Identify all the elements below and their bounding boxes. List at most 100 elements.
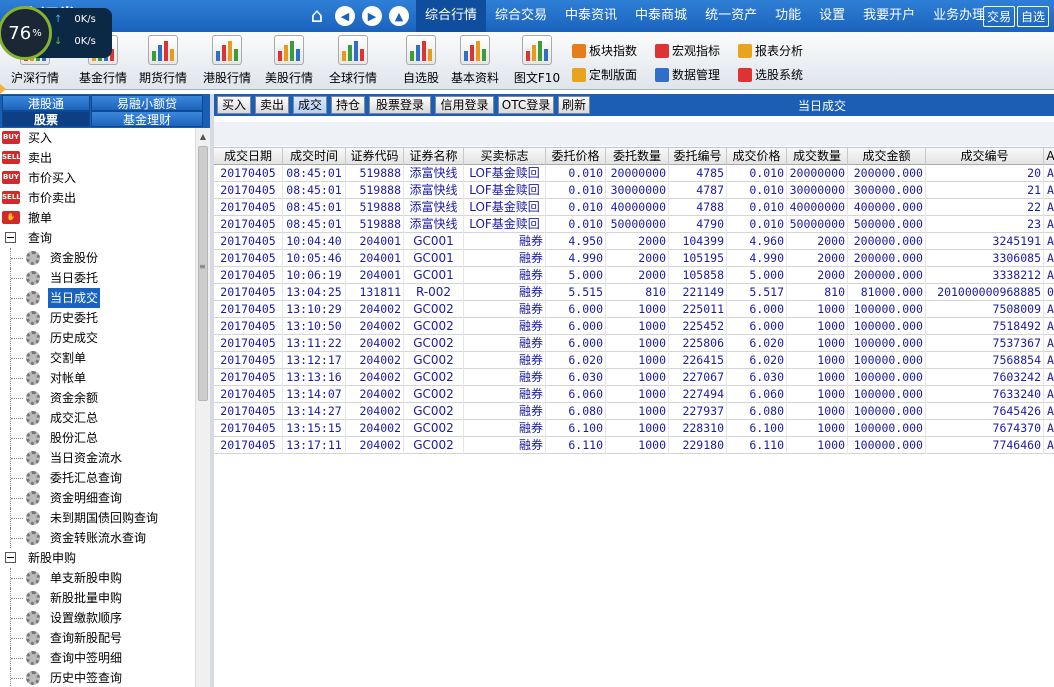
toolbar-link[interactable]: 数据管理 bbox=[655, 66, 720, 83]
table-row[interactable]: 20170405 08:45:01 519888 添富快线 LOF基金赎回 0.010 40… bbox=[214, 199, 1054, 216]
tree-item[interactable]: 未到期国债回购查询 bbox=[0, 508, 195, 528]
tree-group[interactable]: 查询 bbox=[0, 228, 195, 248]
trade-action-item[interactable]: ✋ 撤单 bbox=[0, 208, 195, 228]
collapse-marker-icon[interactable] bbox=[0, 84, 6, 94]
table-row[interactable]: 20170405 13:14:07 204002 GC002 融券 6.060 1000 22… bbox=[214, 386, 1054, 403]
column-header[interactable]: 证券代码 bbox=[346, 148, 404, 165]
table-row[interactable]: 20170405 13:15:15 204002 GC002 融券 6.100 1000 22… bbox=[214, 420, 1054, 437]
table-row[interactable]: 20170405 13:14:27 204002 GC002 融券 6.080 1000 22… bbox=[214, 403, 1054, 420]
trade-button[interactable]: 成交 bbox=[293, 96, 327, 114]
nav-item[interactable]: 中泰商城 bbox=[626, 0, 696, 32]
tree-item[interactable]: 资金股份 bbox=[0, 248, 195, 268]
trade-action-item[interactable]: SELL 市价卖出 bbox=[0, 188, 195, 208]
column-header[interactable]: 成交数量 bbox=[787, 148, 848, 165]
collapse-icon[interactable] bbox=[5, 232, 16, 243]
table-row[interactable]: 20170405 08:45:01 519888 添富快线 LOF基金赎回 0.010 20… bbox=[214, 165, 1054, 182]
tree-item[interactable]: 对帐单 bbox=[0, 368, 195, 388]
column-header[interactable]: 成交金额 bbox=[848, 148, 926, 165]
column-header[interactable]: 成交日期 bbox=[214, 148, 283, 165]
tree-item[interactable]: 新股批量申购 bbox=[0, 588, 195, 608]
nav-item[interactable]: 统一资产 bbox=[696, 0, 766, 32]
nav-item[interactable]: 综合交易 bbox=[486, 0, 556, 32]
tree-item[interactable]: 股份汇总 bbox=[0, 428, 195, 448]
trade-button[interactable]: 卖出 bbox=[255, 96, 289, 114]
tab-hk-connect[interactable]: 港股通 bbox=[2, 95, 90, 111]
tree-item[interactable]: 当日委托 bbox=[0, 268, 195, 288]
table-row[interactable]: 20170405 08:45:01 519888 添富快线 LOF基金赎回 0.010 50… bbox=[214, 216, 1054, 233]
trade-action-item[interactable]: BUY 买入 bbox=[0, 128, 195, 148]
forward-icon[interactable]: ▶ bbox=[362, 6, 382, 26]
tree-item[interactable]: 成交汇总 bbox=[0, 408, 195, 428]
column-header[interactable]: A bbox=[1044, 148, 1054, 165]
tree-item[interactable]: 历史成交 bbox=[0, 328, 195, 348]
back-icon[interactable]: ◀ bbox=[335, 6, 355, 26]
table-row[interactable]: 20170405 13:04:25 131811 R-002 融券 5.515 810 221… bbox=[214, 284, 1054, 301]
table-row[interactable]: 20170405 10:05:46 204001 GC001 融券 4.990 2000 10… bbox=[214, 250, 1054, 267]
tree-item[interactable]: 设置缴款顺序 bbox=[0, 608, 195, 628]
toolbar-item[interactable]: 基本资料 bbox=[444, 35, 506, 86]
home-icon[interactable]: ⌂ bbox=[306, 5, 328, 27]
nav-right-button[interactable]: 自选 bbox=[1016, 6, 1049, 27]
nav-item[interactable]: 综合行情 bbox=[416, 0, 487, 32]
trade-button[interactable]: 刷新 bbox=[558, 96, 590, 114]
nav-right-button[interactable]: 交易 bbox=[982, 6, 1015, 27]
column-header[interactable]: 成交时间 bbox=[283, 148, 346, 165]
scroll-thumb[interactable] bbox=[198, 146, 208, 401]
toolbar-item[interactable]: 自选股 bbox=[390, 35, 452, 86]
toolbar-item[interactable]: 期货行情 bbox=[132, 35, 194, 86]
tree-item[interactable]: 历史委托 bbox=[0, 308, 195, 328]
column-header[interactable]: 成交编号 bbox=[926, 148, 1044, 165]
toolbar-link[interactable]: 板块指数 bbox=[572, 42, 637, 59]
toolbar-link[interactable]: 宏观指标 bbox=[655, 42, 720, 59]
trade-action-item[interactable]: SELL 卖出 bbox=[0, 148, 195, 168]
trade-button[interactable]: 持仓 bbox=[331, 96, 365, 114]
tree-item[interactable]: 查询新股配号 bbox=[0, 628, 195, 648]
column-header[interactable]: 成交价格 bbox=[727, 148, 787, 165]
toolbar-link[interactable]: 选股系统 bbox=[738, 66, 803, 83]
tree-item[interactable]: 资金明细查询 bbox=[0, 488, 195, 508]
nav-item[interactable]: 中泰资讯 bbox=[556, 0, 626, 32]
table-row[interactable]: 20170405 08:45:01 519888 添富快线 LOF基金赎回 0.010 30… bbox=[214, 182, 1054, 199]
table-row[interactable]: 20170405 10:04:40 204001 GC001 融券 4.950 2000 10… bbox=[214, 233, 1054, 250]
tab-fund-finance[interactable]: 基金理财 bbox=[91, 111, 203, 127]
toolbar-link[interactable]: 定制版面 bbox=[572, 66, 637, 83]
up-icon[interactable]: ▲ bbox=[389, 6, 409, 26]
trade-button[interactable]: 买入 bbox=[217, 96, 251, 114]
toolbar-item[interactable]: 港股行情 bbox=[196, 35, 258, 86]
tree-item[interactable]: 单支新股申购 bbox=[0, 568, 195, 588]
nav-item[interactable]: 功能 bbox=[766, 0, 810, 32]
scroll-up-icon[interactable]: ▲ bbox=[196, 130, 210, 144]
trade-button[interactable]: OTC登录 bbox=[498, 96, 554, 114]
tree-item[interactable]: 交割单 bbox=[0, 348, 195, 368]
table-row[interactable]: 20170405 13:12:17 204002 GC002 融券 6.020 1000 22… bbox=[214, 352, 1054, 369]
tree-item[interactable]: 委托汇总查询 bbox=[0, 468, 195, 488]
trade-button[interactable]: 股票登录 bbox=[369, 96, 431, 114]
table-row[interactable]: 20170405 10:06:19 204001 GC001 融券 5.000 2000 10… bbox=[214, 267, 1054, 284]
table-row[interactable]: 20170405 13:13:16 204002 GC002 融券 6.030 1000 22… bbox=[214, 369, 1054, 386]
collapse-icon[interactable] bbox=[5, 552, 16, 563]
column-header[interactable]: 委托数量 bbox=[606, 148, 669, 165]
tree-group[interactable]: 新股申购 bbox=[0, 548, 195, 568]
tree-item[interactable]: 当日成交 bbox=[0, 288, 195, 308]
toolbar-item[interactable]: 全球行情 bbox=[322, 35, 384, 86]
tree-item[interactable]: 当日资金流水 bbox=[0, 448, 195, 468]
tab-small-loan[interactable]: 易融小额贷 bbox=[91, 95, 203, 111]
tab-stock[interactable]: 股票 bbox=[2, 111, 90, 127]
nav-item[interactable]: 我要开户 bbox=[854, 0, 924, 32]
column-header[interactable]: 委托价格 bbox=[546, 148, 606, 165]
toolbar-item[interactable]: 美股行情 bbox=[258, 35, 320, 86]
tree-item[interactable]: 资金余额 bbox=[0, 388, 195, 408]
toolbar-item[interactable]: 图文F10 bbox=[506, 35, 568, 86]
column-header[interactable]: 买卖标志 bbox=[464, 148, 546, 165]
tree-item[interactable]: 资金转账流水查询 bbox=[0, 528, 195, 548]
table-row[interactable]: 20170405 13:10:29 204002 GC002 融券 6.000 1000 22… bbox=[214, 301, 1054, 318]
tree-item[interactable]: 查询中签明细 bbox=[0, 648, 195, 668]
table-row[interactable]: 20170405 13:17:11 204002 GC002 融券 6.110 1000 22… bbox=[214, 437, 1054, 454]
trade-button[interactable]: 信用登录 bbox=[435, 96, 494, 114]
column-header[interactable]: 委托编号 bbox=[669, 148, 727, 165]
tree-scrollbar[interactable]: ▲ ≡ bbox=[195, 128, 210, 687]
nav-item[interactable]: 设置 bbox=[810, 0, 854, 32]
table-row[interactable]: 20170405 13:11:22 204002 GC002 融券 6.000 1000 22… bbox=[214, 335, 1054, 352]
table-row[interactable]: 20170405 13:10:50 204002 GC002 融券 6.000 1000 22… bbox=[214, 318, 1054, 335]
trade-action-item[interactable]: BUY 市价买入 bbox=[0, 168, 195, 188]
